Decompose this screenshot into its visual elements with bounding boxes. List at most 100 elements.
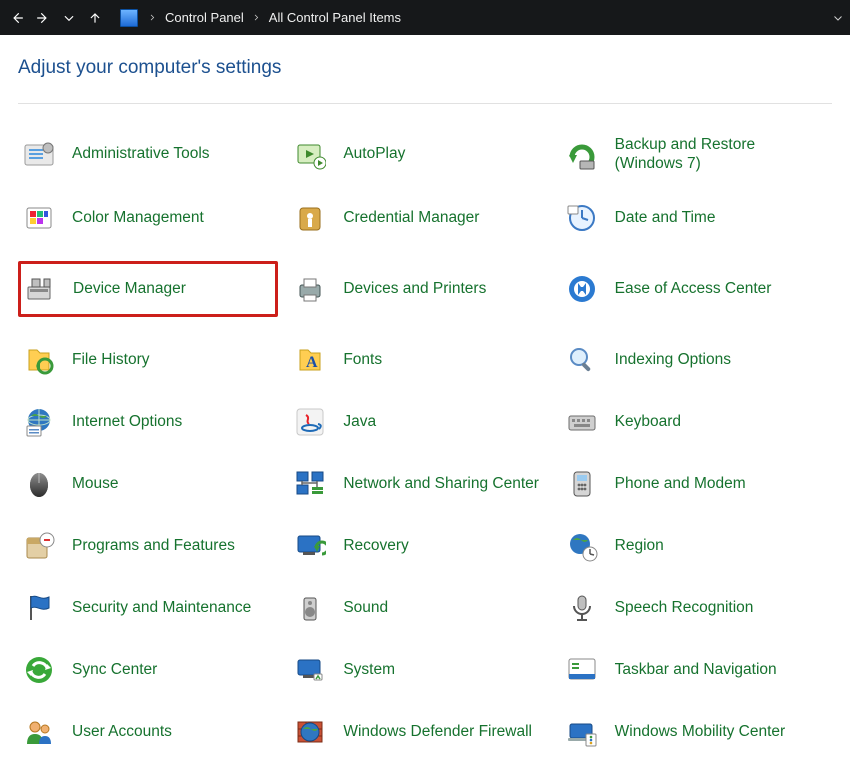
speaker-icon bbox=[293, 591, 327, 625]
cp-item-backup-restore[interactable]: Backup and Restore (Windows 7) bbox=[561, 134, 821, 175]
up-button[interactable] bbox=[84, 4, 106, 32]
control-panel-grid: Administrative Tools AutoPlay Backup and R… bbox=[18, 134, 832, 751]
cp-item-label: Region bbox=[615, 537, 664, 556]
cp-item-label: System bbox=[343, 661, 395, 680]
breadcrumb-leaf[interactable]: All Control Panel Items bbox=[265, 8, 405, 27]
admin-tools-icon bbox=[22, 138, 56, 172]
device-manager-icon bbox=[23, 272, 57, 306]
chevron-right-icon bbox=[148, 10, 157, 25]
cp-item-label: Internet Options bbox=[72, 413, 182, 432]
font-icon bbox=[293, 343, 327, 377]
address-bar: Control Panel All Control Panel Items bbox=[0, 0, 850, 35]
cp-item-internet-options[interactable]: Internet Options bbox=[18, 403, 278, 441]
breadcrumb[interactable]: Control Panel All Control Panel Items bbox=[148, 8, 828, 27]
mouse-icon bbox=[22, 467, 56, 501]
flag-icon bbox=[22, 591, 56, 625]
cp-item-mouse[interactable]: Mouse bbox=[18, 465, 278, 503]
cp-item-indexing-options[interactable]: Indexing Options bbox=[561, 341, 821, 379]
cp-item-label: Mouse bbox=[72, 475, 119, 494]
credential-icon bbox=[293, 201, 327, 235]
taskbar-icon bbox=[565, 653, 599, 687]
cp-item-label: Speech Recognition bbox=[615, 599, 754, 618]
cp-item-label: Windows Mobility Center bbox=[615, 723, 786, 742]
system-icon bbox=[293, 653, 327, 687]
content-area: Adjust your computer's settings Administ… bbox=[0, 35, 850, 769]
forward-button[interactable] bbox=[32, 4, 54, 32]
firewall-icon bbox=[293, 715, 327, 749]
phone-icon bbox=[565, 467, 599, 501]
cp-item-label: User Accounts bbox=[72, 723, 172, 742]
chevron-right-icon bbox=[252, 10, 261, 25]
cp-item-programs-features[interactable]: Programs and Features bbox=[18, 527, 278, 565]
users-icon bbox=[22, 715, 56, 749]
cp-item-label: Keyboard bbox=[615, 413, 681, 432]
cp-item-keyboard[interactable]: Keyboard bbox=[561, 403, 821, 441]
cp-item-label: Administrative Tools bbox=[72, 145, 210, 164]
cp-item-label: Sync Center bbox=[72, 661, 157, 680]
programs-icon bbox=[22, 529, 56, 563]
cp-item-speech-recognition[interactable]: Speech Recognition bbox=[561, 589, 821, 627]
arrow-left-icon bbox=[10, 11, 24, 25]
cp-item-label: Phone and Modem bbox=[615, 475, 746, 494]
cp-item-ease-of-access[interactable]: Ease of Access Center bbox=[561, 261, 821, 317]
back-button[interactable] bbox=[6, 4, 28, 32]
cp-item-label: Programs and Features bbox=[72, 537, 235, 556]
autoplay-icon bbox=[293, 138, 327, 172]
cp-item-label: Color Management bbox=[72, 209, 204, 228]
color-icon bbox=[22, 201, 56, 235]
cp-item-fonts[interactable]: Fonts bbox=[289, 341, 549, 379]
cp-item-device-manager[interactable]: Device Manager bbox=[18, 261, 278, 317]
cp-item-label: Windows Defender Firewall bbox=[343, 723, 532, 742]
breadcrumb-root[interactable]: Control Panel bbox=[161, 8, 248, 27]
cp-item-taskbar-navigation[interactable]: Taskbar and Navigation bbox=[561, 651, 821, 689]
cp-item-label: Credential Manager bbox=[343, 209, 479, 228]
cp-item-security-maintenance[interactable]: Security and Maintenance bbox=[18, 589, 278, 627]
region-icon bbox=[565, 529, 599, 563]
control-panel-icon bbox=[120, 9, 138, 27]
cp-item-administrative-tools[interactable]: Administrative Tools bbox=[18, 134, 278, 175]
divider bbox=[18, 103, 832, 104]
cp-item-network-sharing[interactable]: Network and Sharing Center bbox=[289, 465, 549, 503]
cp-item-autoplay[interactable]: AutoPlay bbox=[289, 134, 549, 175]
indexing-icon bbox=[565, 343, 599, 377]
recent-locations-button[interactable] bbox=[58, 4, 80, 32]
cp-item-label: Sound bbox=[343, 599, 388, 618]
mic-icon bbox=[565, 591, 599, 625]
cp-item-color-management[interactable]: Color Management bbox=[18, 199, 278, 237]
java-icon bbox=[293, 405, 327, 439]
ease-access-icon bbox=[565, 272, 599, 306]
cp-item-windows-mobility[interactable]: Windows Mobility Center bbox=[561, 713, 821, 751]
arrow-up-icon bbox=[88, 11, 102, 25]
cp-item-phone-modem[interactable]: Phone and Modem bbox=[561, 465, 821, 503]
cp-item-region[interactable]: Region bbox=[561, 527, 821, 565]
backup-icon bbox=[565, 138, 599, 172]
cp-item-label: Recovery bbox=[343, 537, 408, 556]
clock-icon bbox=[565, 201, 599, 235]
cp-item-label: Java bbox=[343, 413, 376, 432]
cp-item-windows-defender[interactable]: Windows Defender Firewall bbox=[289, 713, 549, 751]
cp-item-system[interactable]: System bbox=[289, 651, 549, 689]
globe-icon bbox=[22, 405, 56, 439]
keyboard-icon bbox=[565, 405, 599, 439]
recovery-icon bbox=[293, 529, 327, 563]
cp-item-label: Backup and Restore (Windows 7) bbox=[615, 136, 817, 173]
cp-item-user-accounts[interactable]: User Accounts bbox=[18, 713, 278, 751]
cp-item-label: Indexing Options bbox=[615, 351, 731, 370]
cp-item-sound[interactable]: Sound bbox=[289, 589, 549, 627]
cp-item-label: Device Manager bbox=[73, 280, 186, 299]
cp-item-sync-center[interactable]: Sync Center bbox=[18, 651, 278, 689]
cp-item-devices-printers[interactable]: Devices and Printers bbox=[289, 261, 549, 317]
cp-item-label: Taskbar and Navigation bbox=[615, 661, 777, 680]
cp-item-recovery[interactable]: Recovery bbox=[289, 527, 549, 565]
cp-item-java[interactable]: Java bbox=[289, 403, 549, 441]
cp-item-credential-manager[interactable]: Credential Manager bbox=[289, 199, 549, 237]
address-bar-dropdown[interactable] bbox=[832, 12, 844, 24]
cp-item-label: File History bbox=[72, 351, 150, 370]
chevron-down-icon bbox=[832, 12, 844, 24]
file-history-icon bbox=[22, 343, 56, 377]
cp-item-label: Security and Maintenance bbox=[72, 599, 251, 618]
cp-item-date-time[interactable]: Date and Time bbox=[561, 199, 821, 237]
page-title: Adjust your computer's settings bbox=[18, 57, 832, 79]
printer-icon bbox=[293, 272, 327, 306]
cp-item-file-history[interactable]: File History bbox=[18, 341, 278, 379]
